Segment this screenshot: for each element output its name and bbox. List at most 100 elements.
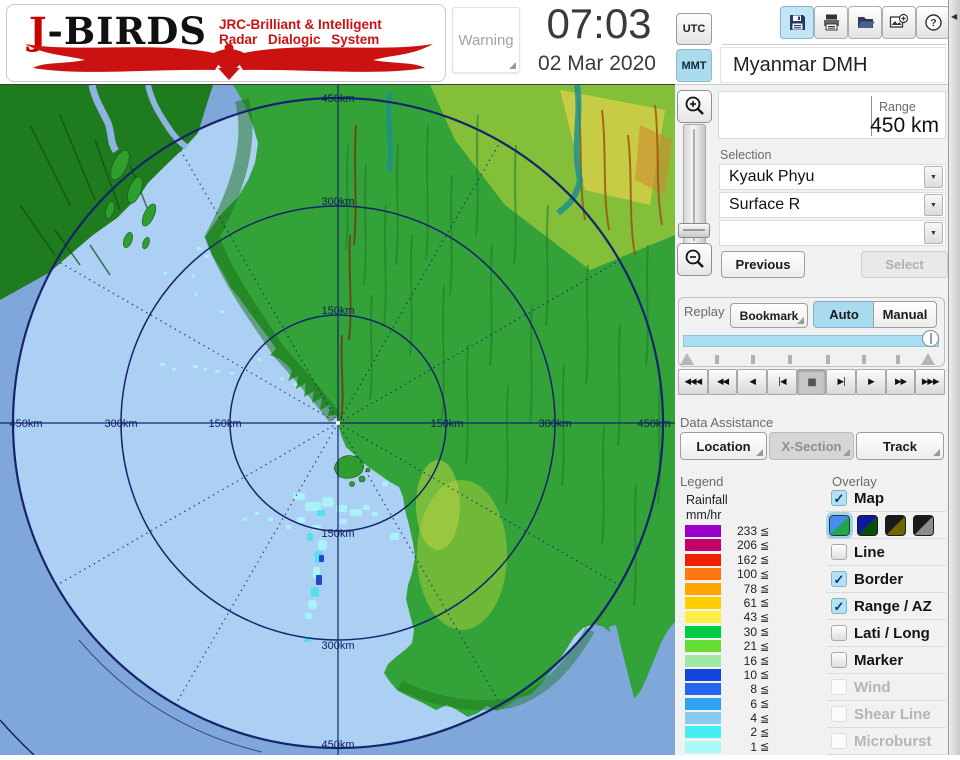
open-folder-button[interactable]: [848, 6, 882, 39]
zoom-in-button[interactable]: [677, 90, 712, 123]
station-select[interactable]: Kyauk Phyu ▼: [719, 164, 946, 190]
playback-forward-fastest[interactable]: ▶▶▶: [915, 369, 945, 395]
save-button[interactable]: [780, 6, 814, 39]
warning-label: Warning: [458, 32, 513, 49]
overlay-item-microburst[interactable]: ✓Microburst: [827, 728, 946, 755]
help-button[interactable]: ?: [916, 6, 950, 39]
map-style-swatch[interactable]: [885, 515, 906, 536]
legend-swatch: [685, 611, 721, 623]
x-section-button[interactable]: X-Section: [769, 432, 854, 460]
legend-row: 78≦: [685, 583, 769, 595]
legend-swatch: [685, 640, 721, 652]
overlay-item-map[interactable]: ✓Map: [827, 485, 946, 512]
checkbox: ✓: [831, 706, 847, 722]
playback-rewind-fast[interactable]: ◀◀: [708, 369, 738, 395]
svg-text:150km: 150km: [430, 418, 463, 430]
legend-row: 1≦: [685, 741, 769, 753]
warning-button[interactable]: Warning: [452, 7, 520, 73]
previous-button[interactable]: Previous: [721, 251, 805, 278]
overlay-item-range-az[interactable]: ✓Range / AZ: [827, 593, 946, 620]
svg-text:300km: 300km: [321, 196, 354, 208]
replay-slider-thumb[interactable]: [922, 330, 939, 347]
legend-swatch: [685, 626, 721, 638]
map-style-swatches: [827, 512, 946, 539]
legend-row: 2≦: [685, 726, 769, 738]
playback-play-backward[interactable]: ◀: [737, 369, 767, 395]
slider-tick: [751, 355, 755, 364]
overlay-list: ✓Map ✓Line ✓Border ✓Range / AZ ✓Lati / L…: [827, 485, 946, 755]
slider-end-marker: [921, 353, 935, 365]
map-style-swatch[interactable]: [829, 515, 850, 536]
overlay-item-shear-line[interactable]: ✓Shear Line: [827, 701, 946, 728]
select-button[interactable]: Select: [861, 251, 948, 278]
overlay-item-line[interactable]: ✓Line: [827, 539, 946, 566]
chevron-down-icon[interactable]: ▼: [924, 166, 943, 188]
utc-button[interactable]: UTC: [676, 13, 712, 45]
playback-forward-fast[interactable]: ▶▶: [886, 369, 916, 395]
collapse-arrow-icon: ◀: [951, 12, 957, 21]
legend-swatch: [685, 539, 721, 551]
auto-button[interactable]: Auto: [813, 301, 875, 328]
replay-label: Replay: [684, 304, 724, 319]
chevron-down-icon[interactable]: ▼: [924, 194, 943, 216]
svg-text:300km: 300km: [104, 418, 137, 430]
legend-row: 43≦: [685, 611, 769, 623]
svg-text:450km: 450km: [9, 418, 42, 430]
image-add-icon: [889, 13, 909, 32]
legend-swatch: [685, 554, 721, 566]
app-logo: J-BIRDS JRC-Brilliant & Intelligent Rada…: [6, 4, 446, 82]
overlay-item-lati-long[interactable]: ✓Lati / Long: [827, 620, 946, 647]
playback-play[interactable]: ▶: [856, 369, 886, 395]
checkbox: ✓: [831, 598, 847, 614]
overlay-item-border[interactable]: ✓Border: [827, 566, 946, 593]
zoom-slider-thumb[interactable]: [678, 223, 710, 238]
capture-button[interactable]: [882, 6, 916, 39]
header-bar: J-BIRDS JRC-Brilliant & Intelligent Rada…: [0, 0, 960, 85]
location-button[interactable]: Location: [680, 432, 767, 460]
track-button[interactable]: Track: [856, 432, 944, 460]
product-select[interactable]: Surface R ▼: [719, 192, 946, 218]
range-box: Range 450 km: [718, 91, 946, 139]
legend-unit-1: Rainfall: [686, 493, 728, 507]
chevron-down-icon[interactable]: ▼: [924, 222, 943, 244]
checkbox: ✓: [831, 544, 847, 560]
legend-swatch: [685, 683, 721, 695]
legend-label: Legend: [680, 474, 723, 489]
playback-rewind-fastest[interactable]: ◀◀◀: [678, 369, 708, 395]
range-value: 450 km: [839, 114, 939, 138]
legend-row: 10≦: [685, 669, 769, 681]
playback-step-forward[interactable]: ▶|: [826, 369, 856, 395]
radar-map[interactable]: 450km 300km 150km 150km 300km 450km 450k…: [0, 85, 675, 755]
playback-stop[interactable]: ■: [797, 369, 827, 395]
svg-text:450km: 450km: [321, 93, 354, 105]
bookmark-button[interactable]: Bookmark: [730, 303, 808, 328]
map-style-swatch[interactable]: [913, 515, 934, 536]
legend-swatch: [685, 741, 721, 753]
legend-row: 21≦: [685, 640, 769, 652]
legend-unit-2: mm/hr: [686, 508, 721, 522]
clock-time: 07:03: [520, 0, 678, 48]
checkbox: ✓: [831, 625, 847, 641]
print-button[interactable]: [814, 6, 848, 39]
option-select[interactable]: ▼: [719, 220, 946, 246]
zoom-out-button[interactable]: [677, 243, 712, 276]
legend-swatch: [685, 698, 721, 710]
svg-text:150km: 150km: [321, 305, 354, 317]
slider-tick: [788, 355, 792, 364]
selection-label: Selection: [720, 148, 771, 162]
replay-slider-track[interactable]: [683, 335, 939, 347]
overlay-item-marker[interactable]: ✓Marker: [827, 647, 946, 674]
svg-text:450km: 450km: [321, 739, 354, 751]
legend-row: 16≦: [685, 655, 769, 667]
overlay-item-wind[interactable]: ✓Wind: [827, 674, 946, 701]
panel-splitter[interactable]: ◀: [948, 0, 960, 755]
map-style-swatch[interactable]: [857, 515, 878, 536]
mmt-button[interactable]: MMT: [676, 49, 712, 82]
playback-step-back[interactable]: |◀: [767, 369, 797, 395]
svg-text:450km: 450km: [637, 418, 670, 430]
station-name: Myanmar DMH: [720, 47, 946, 83]
checkbox: ✓: [831, 733, 847, 749]
legend-swatch: [685, 669, 721, 681]
manual-button[interactable]: Manual: [873, 301, 937, 328]
svg-text:300km: 300km: [538, 418, 571, 430]
